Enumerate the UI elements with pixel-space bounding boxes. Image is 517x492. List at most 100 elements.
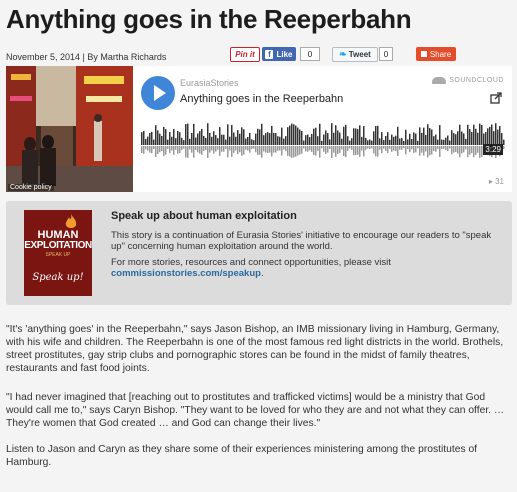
waveform-bar [435, 134, 437, 145]
waveform-bar [215, 135, 217, 145]
waveform-bar [229, 136, 231, 145]
speakup-link-line: commissionstories.com/speakup. [111, 268, 264, 279]
soundcloud-logo[interactable]: SOUNDCLOUD [432, 77, 504, 84]
waveform-bar [409, 133, 411, 145]
waveform-reflection-bar [323, 146, 325, 152]
waveform-reflection-bar [183, 146, 185, 149]
waveform-reflection-bar [335, 146, 337, 157]
waveform-bar [465, 138, 467, 145]
waveform-reflection-bar [459, 146, 461, 158]
waveform-bar [441, 139, 443, 145]
waveform-bar [211, 136, 213, 145]
waveform-reflection-bar [257, 146, 259, 155]
waveform-bar [469, 129, 471, 145]
waveform-reflection-bar [277, 146, 279, 151]
waveform[interactable] [141, 121, 505, 165]
soundcloud-user[interactable]: EurasiaStories [180, 78, 239, 88]
waveform-reflection-bar [389, 146, 391, 149]
waveform-reflection-bar [391, 146, 393, 152]
waveform-reflection-bar [253, 146, 255, 149]
waveform-reflection-bar [181, 146, 183, 150]
waveform-bar [287, 127, 289, 145]
share-button[interactable]: Share [416, 47, 456, 61]
waveform-bar [363, 126, 365, 145]
waveform-reflection-bar [201, 146, 203, 155]
waveform-bar [497, 129, 499, 145]
waveform-bar [231, 125, 233, 145]
waveform-reflection-bar [421, 146, 423, 153]
waveform-reflection-bar [381, 146, 383, 154]
waveform-reflection-bar [429, 146, 431, 156]
waveform-bar [499, 126, 501, 145]
waveform-reflection-bar [415, 146, 417, 153]
waveform-bar [239, 133, 241, 145]
waveform-reflection-bar [479, 146, 481, 158]
waveform-bar [237, 130, 239, 145]
waveform-reflection-bar [347, 146, 349, 151]
facebook-like-button[interactable]: f Like [262, 47, 296, 61]
waveform-bar [375, 126, 377, 145]
waveform-bar [359, 125, 361, 145]
waveform-reflection-bar [225, 146, 227, 149]
waveform-bar [199, 131, 201, 145]
waveform-reflection-bar [311, 146, 313, 153]
waveform-reflection-bar [439, 146, 441, 157]
waveform-bar [313, 128, 315, 145]
waveform-bar [467, 124, 469, 145]
waveform-reflection-bar [341, 146, 343, 150]
waveform-reflection-bar [273, 146, 275, 153]
waveform-reflection-bar [275, 146, 277, 153]
waveform-bar [257, 128, 259, 145]
waveform-bar [457, 131, 459, 145]
track-title[interactable]: Anything goes in the Reeperbahn [180, 93, 343, 105]
waveform-reflection-bar [363, 146, 365, 157]
waveform-bar [259, 129, 261, 145]
waveform-reflection-bar [471, 146, 473, 154]
waveform-bar [503, 139, 505, 145]
waveform-bar [293, 124, 295, 145]
speakup-link[interactable]: commissionstories.com/speakup [111, 268, 261, 279]
waveform-reflection-bar [195, 146, 197, 151]
waveform-reflection-bar [469, 146, 471, 155]
waveform-reflection-bar [303, 146, 305, 149]
waveform-bar [389, 139, 391, 145]
waveform-reflection-bar [317, 146, 319, 151]
waveform-reflection-bar [167, 146, 169, 149]
waveform-reflection-bar [377, 146, 379, 157]
waveform-bar [289, 125, 291, 145]
waveform-reflection-bar [337, 146, 339, 155]
waveform-reflection-bar [383, 146, 385, 149]
play-button[interactable] [141, 76, 175, 110]
waveform-bar [149, 133, 151, 145]
waveform-bar [273, 132, 275, 145]
waveform-reflection-bar [217, 146, 219, 150]
tweet-button[interactable]: ❧ Tweet [332, 47, 378, 62]
human-exploitation-ad[interactable]: HUMAN EXPLOITATION SPEAK UP Speak up! [24, 210, 92, 296]
waveform-bar [495, 123, 497, 145]
pinterest-button[interactable]: Pin it [230, 47, 260, 62]
track-duration: 3:29 [483, 144, 503, 155]
waveform-bar [463, 133, 465, 145]
waveform-reflection-bar [219, 146, 221, 156]
share-icon[interactable] [490, 92, 502, 104]
waveform-bar [413, 132, 415, 145]
waveform-bar [387, 132, 389, 145]
waveform-bar [349, 140, 351, 145]
waveform-bar [265, 133, 267, 145]
waveform-reflection-bar [191, 146, 193, 153]
banner-text: This story is a continuation of Eurasia … [111, 230, 492, 252]
waveform-bar [403, 140, 405, 145]
waveform-bar [143, 130, 145, 145]
waveform-bar [183, 140, 185, 145]
track-cover-image[interactable]: Cookie policy [6, 66, 133, 192]
waveform-bar [383, 140, 385, 145]
waveform-bar [365, 137, 367, 145]
waveform-reflection-bar [209, 146, 211, 153]
waveform-reflection-bar [271, 146, 273, 157]
waveform-reflection-bar [451, 146, 453, 155]
waveform-reflection-bar [481, 146, 483, 157]
banner-visit-text: For more stories, resources and connect … [111, 257, 391, 268]
waveform-bar [339, 132, 341, 145]
waveform-reflection-bar [285, 146, 287, 151]
cover-caption[interactable]: Cookie policy [8, 184, 54, 191]
